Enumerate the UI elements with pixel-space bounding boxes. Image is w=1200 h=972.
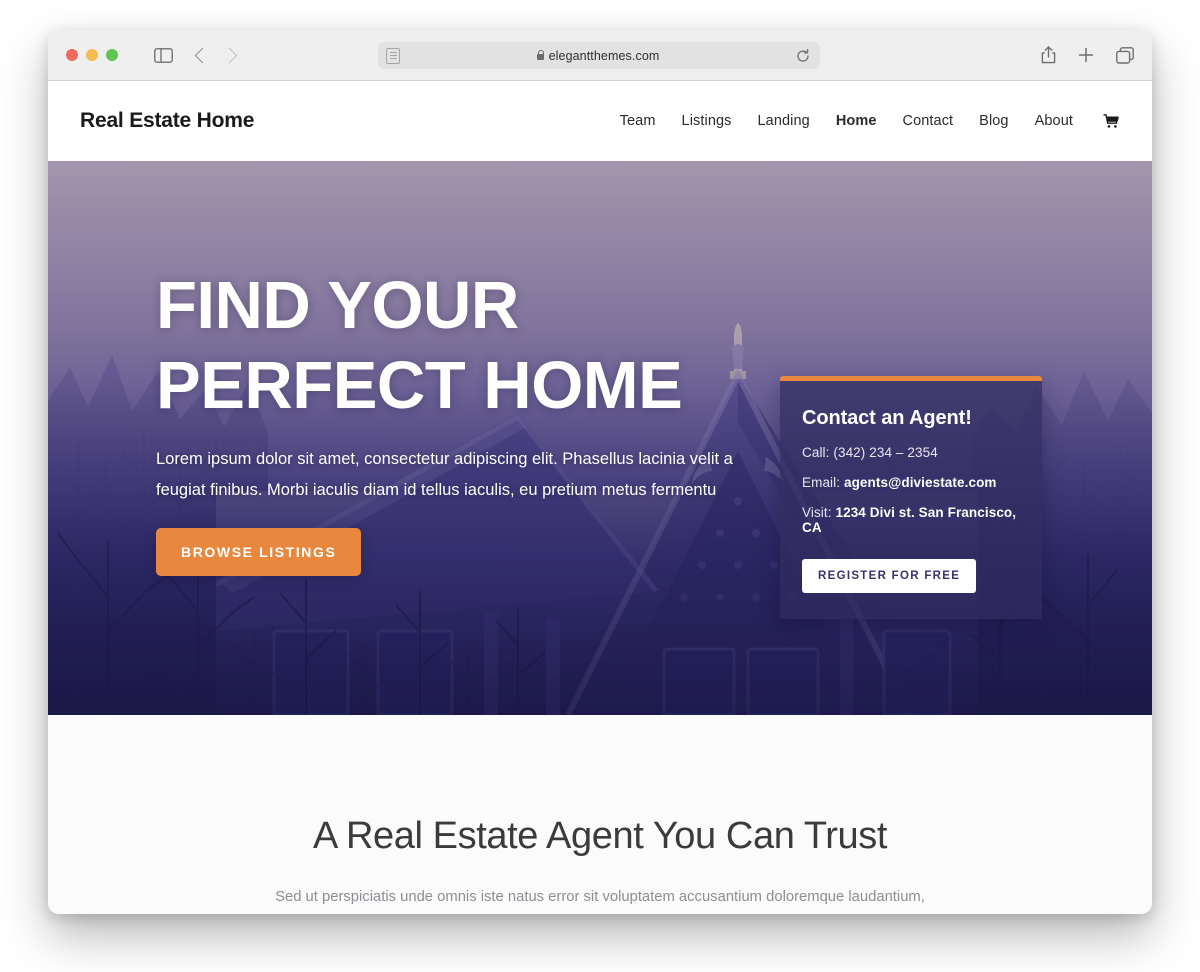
nav-link-home[interactable]: Home [836, 113, 877, 129]
toolbar-right-icons [1041, 46, 1134, 64]
browser-window: elegantthemes.com Real Estate Home Team … [48, 30, 1152, 914]
contact-address-value: 1234 Divi st. San Francisco, CA [802, 505, 1017, 535]
contact-phone-value: (342) 234 – 2354 [833, 445, 938, 460]
nav-link-contact[interactable]: Contact [903, 113, 954, 129]
reader-view-icon[interactable] [386, 47, 400, 64]
back-chevron-icon[interactable] [194, 47, 211, 63]
trust-section: A Real Estate Agent You Can Trust Sed ut… [48, 715, 1152, 914]
contact-email-label: Email: [802, 475, 841, 490]
lock-icon [536, 49, 545, 60]
nav-link-landing[interactable]: Landing [758, 113, 810, 129]
contact-agent-card: Contact an Agent! Call: (342) 234 – 2354… [780, 376, 1042, 619]
minimize-window-button[interactable] [86, 49, 98, 61]
browse-listings-button[interactable]: BROWSE LISTINGS [156, 528, 362, 576]
contact-card-title: Contact an Agent! [802, 407, 972, 429]
sidebar-toggle-icon[interactable] [154, 47, 173, 63]
contact-email-line: Email: agents@diviestate.com [802, 475, 1020, 490]
nav-link-about[interactable]: About [1035, 113, 1073, 129]
share-icon[interactable] [1041, 46, 1056, 64]
address-bar[interactable]: elegantthemes.com [378, 42, 820, 69]
nav-link-team[interactable]: Team [620, 113, 656, 129]
tab-overview-icon[interactable] [1116, 46, 1134, 64]
contact-address-line: Visit: 1234 Divi st. San Francisco, CA [802, 505, 1020, 535]
hero-heading-line-2: PERFECT HOME [156, 348, 683, 423]
web-page: Real Estate Home Team Listings Landing H… [48, 81, 1152, 914]
hero-heading-line-1: FIND YOUR [156, 268, 519, 343]
reload-icon[interactable] [796, 48, 810, 63]
contact-phone-label: Call: [802, 445, 830, 460]
url-text: elegantthemes.com [548, 48, 660, 63]
hero-heading: FIND YOUR PERFECT HOME [156, 266, 716, 426]
hero-section: FIND YOUR PERFECT HOME Lorem ipsum dolor… [48, 161, 1152, 715]
browser-toolbar: elegantthemes.com [48, 30, 1152, 81]
hero-subtitle: Lorem ipsum dolor sit amet, consectetur … [156, 450, 733, 499]
navigation-arrows [194, 47, 238, 63]
site-logo[interactable]: Real Estate Home [80, 109, 254, 133]
maximize-window-button[interactable] [106, 49, 118, 61]
trust-paragraph: Sed ut perspiciatis unde omnis iste natu… [275, 889, 925, 905]
url-display: elegantthemes.com [400, 49, 796, 63]
contact-email-value[interactable]: agents@diviestate.com [844, 475, 997, 490]
main-navigation: Team Listings Landing Home Contact Blog … [620, 113, 1120, 129]
window-controls [66, 49, 118, 61]
nav-link-listings[interactable]: Listings [682, 113, 732, 129]
register-for-free-button[interactable]: REGISTER FOR FREE [802, 559, 977, 593]
contact-phone-line: Call: (342) 234 – 2354 [802, 445, 1020, 460]
shopping-cart-icon[interactable] [1103, 113, 1120, 129]
plus-icon[interactable] [1078, 47, 1094, 63]
forward-chevron-icon[interactable] [221, 47, 238, 63]
nav-link-blog[interactable]: Blog [979, 113, 1008, 129]
close-window-button[interactable] [66, 49, 78, 61]
site-header: Real Estate Home Team Listings Landing H… [48, 81, 1152, 161]
trust-heading: A Real Estate Agent You Can Trust [312, 815, 888, 857]
contact-address-label: Visit: [802, 505, 832, 520]
